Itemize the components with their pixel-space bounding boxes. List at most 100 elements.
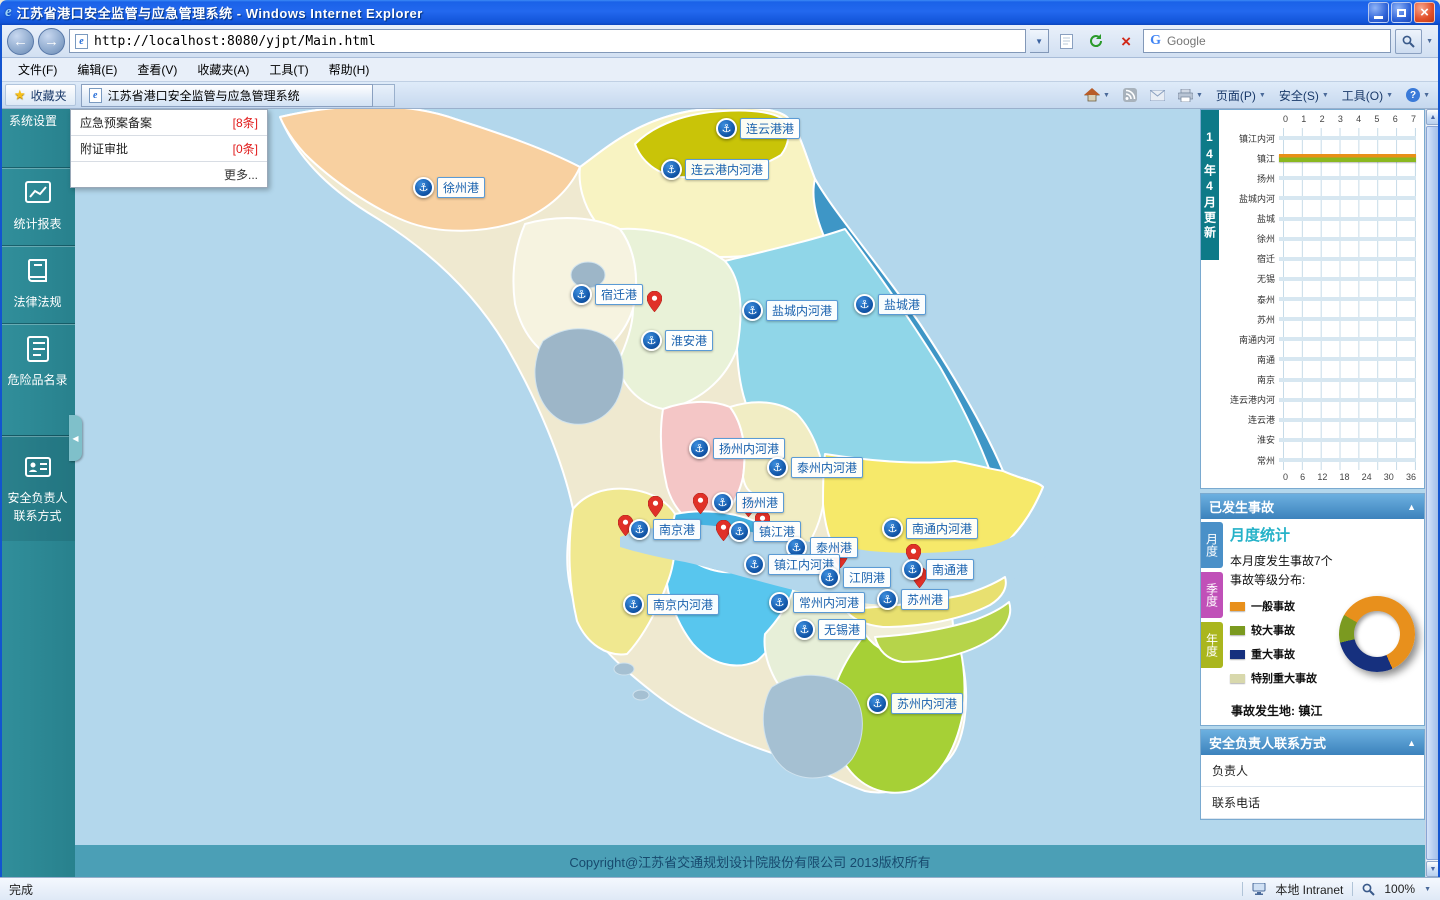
- chart-row-track: [1279, 309, 1416, 329]
- zoom-dropdown-icon[interactable]: ▼: [1424, 886, 1431, 893]
- minimize-button[interactable]: [1368, 2, 1389, 23]
- port-label[interactable]: 徐州港: [437, 177, 485, 198]
- read-mail-button[interactable]: [1145, 84, 1170, 107]
- axis-tick-label: 0: [1283, 114, 1288, 126]
- port-泰州内河港[interactable]: ⚓泰州内河港: [767, 457, 863, 478]
- port-label[interactable]: 江阴港: [843, 567, 891, 588]
- port-淮安港[interactable]: ⚓淮安港: [641, 330, 713, 351]
- anchor-icon: ⚓: [729, 521, 750, 542]
- favorites-button[interactable]: ★ 收藏夹: [5, 84, 76, 106]
- port-南通内河港[interactable]: ⚓南通内河港: [882, 518, 978, 539]
- sidebar-collapse-handle[interactable]: ◀: [69, 415, 82, 461]
- search-input[interactable]: [1167, 34, 1384, 48]
- port-扬州港[interactable]: ⚓扬州港: [712, 492, 784, 513]
- lake-taihu: [763, 675, 862, 778]
- port-label[interactable]: 连云港港: [740, 118, 800, 139]
- menu-item-A[interactable]: 收藏夹(A): [187, 58, 259, 81]
- menu-item-E[interactable]: 编辑(E): [67, 58, 127, 81]
- port-宿迁港[interactable]: ⚓宿迁港: [571, 284, 643, 305]
- menu-item-V[interactable]: 查看(V): [127, 58, 187, 81]
- safety-menu-button[interactable]: 安全(S)▼: [1274, 84, 1334, 107]
- print-button[interactable]: ▼: [1173, 84, 1208, 107]
- contact-row[interactable]: 负责人: [1201, 755, 1424, 787]
- port-label[interactable]: 扬州港: [736, 492, 784, 513]
- search-box[interactable]: G: [1143, 29, 1391, 53]
- port-label[interactable]: 扬州内河港: [713, 438, 785, 459]
- accident-tab-month[interactable]: 月度: [1201, 522, 1223, 568]
- zoom-level[interactable]: 100%: [1384, 882, 1415, 896]
- stop-button[interactable]: ×: [1113, 28, 1139, 54]
- port-label[interactable]: 宿迁港: [595, 284, 643, 305]
- quick-panel-row[interactable]: 附证审批[0条]: [71, 136, 267, 162]
- address-field[interactable]: e: [69, 29, 1026, 53]
- address-dropdown-button[interactable]: ▼: [1030, 29, 1049, 53]
- sidebar-item-system-settings[interactable]: 系统设置: [0, 109, 75, 167]
- port-无锡港[interactable]: ⚓无锡港: [794, 619, 866, 640]
- port-label[interactable]: 连云港内河港: [685, 159, 769, 180]
- compatibility-view-button[interactable]: [1053, 28, 1079, 54]
- url-input[interactable]: [94, 34, 1020, 49]
- contact-panel-header[interactable]: 安全负责人联系方式 ▲: [1201, 730, 1424, 755]
- port-南京港[interactable]: ⚓南京港: [629, 519, 701, 540]
- sidebar-item-laws[interactable]: 法律法规: [0, 245, 75, 323]
- collapse-up-icon[interactable]: ▲: [1407, 502, 1416, 512]
- accident-tab-year[interactable]: 年度: [1201, 622, 1223, 668]
- port-label[interactable]: 泰州内河港: [791, 457, 863, 478]
- port-盐城港[interactable]: ⚓盐城港: [854, 294, 926, 315]
- port-连云港港[interactable]: ⚓连云港港: [716, 118, 800, 139]
- port-盐城内河港[interactable]: ⚓盐城内河港: [742, 300, 838, 321]
- port-苏州内河港[interactable]: ⚓苏州内河港: [867, 693, 963, 714]
- forward-button[interactable]: →: [38, 28, 65, 55]
- sidebar-item-statistics[interactable]: 统计报表: [0, 167, 75, 245]
- sidebar-item-dangerous-goods[interactable]: 危险品名录: [0, 323, 75, 401]
- port-常州内河港[interactable]: ⚓常州内河港: [769, 592, 865, 613]
- close-button[interactable]: ×: [1414, 2, 1435, 23]
- contact-panel: 安全负责人联系方式 ▲ 负责人联系电话: [1200, 729, 1425, 820]
- tools-menu-button[interactable]: 工具(O)▼: [1337, 84, 1398, 107]
- port-扬州内河港[interactable]: ⚓扬州内河港: [689, 438, 785, 459]
- contact-row[interactable]: 联系电话: [1201, 787, 1424, 819]
- port-label[interactable]: 苏州内河港: [891, 693, 963, 714]
- feeds-button[interactable]: [1118, 84, 1142, 107]
- port-连云港内河港[interactable]: ⚓连云港内河港: [661, 159, 769, 180]
- port-label[interactable]: 盐城内河港: [766, 300, 838, 321]
- port-徐州港[interactable]: ⚓徐州港: [413, 177, 485, 198]
- menu-item-F[interactable]: 文件(F): [8, 58, 67, 81]
- port-label[interactable]: 淮安港: [665, 330, 713, 351]
- port-label[interactable]: 苏州港: [901, 589, 949, 610]
- refresh-button[interactable]: [1083, 28, 1109, 54]
- menu-item-H[interactable]: 帮助(H): [319, 58, 380, 81]
- port-label[interactable]: 南通内河港: [906, 518, 978, 539]
- browser-tab[interactable]: e 江苏省港口安全监管与应急管理系统: [81, 84, 373, 107]
- port-label[interactable]: 常州内河港: [793, 592, 865, 613]
- port-label[interactable]: 南京内河港: [647, 594, 719, 615]
- port-label[interactable]: 南通港: [926, 559, 974, 580]
- accident-tab-quarter[interactable]: 季度: [1201, 572, 1223, 618]
- new-tab-stub[interactable]: [373, 84, 395, 107]
- chart-row-track: [1279, 289, 1416, 309]
- search-go-button[interactable]: [1395, 29, 1422, 54]
- collapse-up-icon[interactable]: ▲: [1407, 738, 1416, 748]
- port-label[interactable]: 盐城港: [878, 294, 926, 315]
- jiangsu-map[interactable]: ⚓连云港港⚓连云港内河港⚓徐州港⚓宿迁港⚓淮安港⚓盐城内河港⚓盐城港⚓扬州内河港…: [75, 109, 1200, 845]
- port-南京内河港[interactable]: ⚓南京内河港: [623, 594, 719, 615]
- home-button[interactable]: ▼: [1079, 84, 1115, 107]
- accident-panel-header[interactable]: 已发生事故 ▲: [1201, 494, 1424, 519]
- page-menu-button[interactable]: 页面(P)▼: [1211, 84, 1271, 107]
- mail-icon: [1150, 90, 1165, 101]
- intranet-icon: [1252, 883, 1266, 895]
- help-menu-button[interactable]: ?▼: [1401, 84, 1435, 107]
- port-苏州港[interactable]: ⚓苏州港: [877, 589, 949, 610]
- sidebar-item-safety-contact[interactable]: 安全负责人联系方式: [0, 435, 75, 541]
- back-button[interactable]: ←: [7, 28, 34, 55]
- search-options-dropdown[interactable]: ▼: [1426, 38, 1433, 45]
- quick-panel-row[interactable]: 应急预案备案[8条]: [71, 110, 267, 136]
- menu-item-T[interactable]: 工具(T): [259, 58, 318, 81]
- restore-button[interactable]: [1391, 2, 1412, 23]
- port-label[interactable]: 无锡港: [818, 619, 866, 640]
- port-label[interactable]: 南京港: [653, 519, 701, 540]
- sidebar-item-label: 危险品名录: [2, 371, 73, 389]
- more-link[interactable]: 更多...: [71, 162, 267, 187]
- port-江阴港[interactable]: ⚓江阴港: [819, 567, 891, 588]
- port-南通港[interactable]: ⚓南通港: [902, 559, 974, 580]
